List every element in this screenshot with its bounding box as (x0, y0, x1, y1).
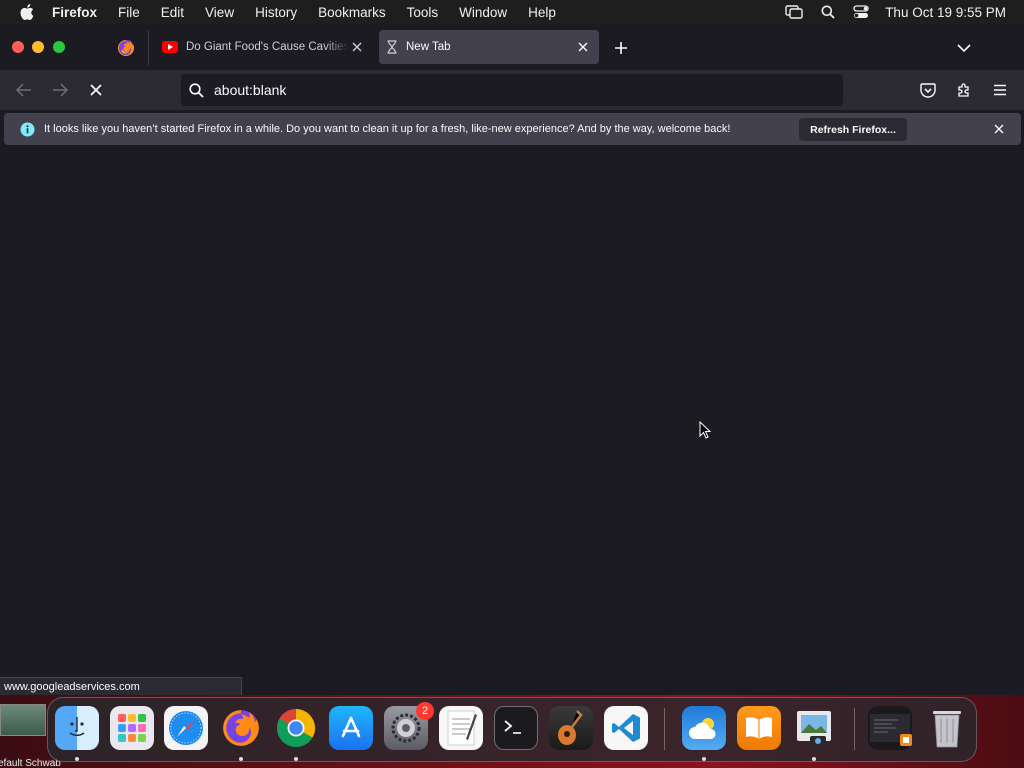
notification-badge: 2 (416, 702, 434, 720)
firefox-icon[interactable] (219, 706, 263, 750)
running-indicator (812, 757, 816, 761)
launchpad-icon[interactable] (110, 706, 154, 750)
menu-history[interactable]: History (255, 5, 297, 20)
menu-tools[interactable]: Tools (407, 5, 439, 20)
tab-close-icon[interactable] (349, 39, 365, 55)
stop-loading-icon[interactable] (85, 79, 107, 101)
dock-divider (664, 708, 665, 750)
link-status-tooltip: www.googleadservices.com (0, 677, 242, 697)
terminal-icon[interactable] (494, 706, 538, 750)
pocket-icon[interactable] (917, 79, 939, 101)
search-icon (189, 82, 204, 98)
window-close-button[interactable] (12, 41, 24, 53)
page-content-area[interactable] (0, 148, 1024, 695)
extensions-puzzle-icon[interactable] (953, 79, 975, 101)
tab-separator (148, 30, 149, 66)
refresh-firefox-notification: It looks like you haven’t started Firefo… (4, 113, 1021, 145)
desktop-file-label: efault Schwab (0, 758, 61, 768)
running-indicator (75, 757, 79, 761)
list-all-tabs-chevron-down-icon[interactable] (954, 38, 974, 58)
mouse-pointer-icon (699, 420, 712, 444)
apple-menu-icon[interactable] (18, 3, 36, 21)
address-bar[interactable] (181, 74, 843, 106)
menu-help[interactable]: Help (528, 5, 556, 20)
menu-file[interactable]: File (118, 5, 140, 20)
refresh-firefox-button[interactable]: Refresh Firefox... (799, 118, 907, 141)
menu-edit[interactable]: Edit (161, 5, 184, 20)
tab-title: Do Giant Food's Cause Cavities (186, 41, 349, 53)
spotlight-search-icon[interactable] (821, 5, 835, 19)
screen-mirroring-icon[interactable] (785, 5, 803, 19)
tab-title: New Tab (406, 41, 451, 53)
hamburger-menu-icon[interactable] (989, 79, 1011, 101)
menu-view[interactable]: View (205, 5, 234, 20)
running-indicator (702, 757, 706, 761)
menu-bar: Firefox File Edit View History Bookmarks… (0, 0, 1024, 24)
books-icon[interactable] (737, 706, 781, 750)
safari-icon[interactable] (164, 706, 208, 750)
dock: 2 (47, 697, 977, 762)
info-icon (20, 122, 35, 137)
system-settings-gear-icon[interactable]: 2 (384, 702, 434, 750)
control-center-icon[interactable] (853, 5, 869, 19)
dock-divider (854, 708, 855, 750)
finder-icon[interactable] (55, 706, 99, 750)
textedit-icon[interactable] (439, 706, 483, 750)
forward-arrow-icon[interactable] (49, 79, 71, 101)
youtube-icon (162, 41, 178, 53)
window-zoom-button[interactable] (53, 41, 65, 53)
garageband-guitar-icon[interactable] (549, 706, 593, 750)
tab-strip: Do Giant Food's Cause Cavities New Tab (0, 24, 1024, 70)
notification-message: It looks like you haven’t started Firefo… (44, 123, 731, 135)
tab-youtube[interactable]: Do Giant Food's Cause Cavities (155, 30, 373, 64)
tab-new-tab[interactable]: New Tab (379, 30, 599, 64)
menu-bookmarks[interactable]: Bookmarks (318, 5, 386, 20)
desktop-file-thumbnail[interactable] (0, 704, 46, 736)
app-store-icon[interactable] (329, 706, 373, 750)
vscode-icon[interactable] (604, 706, 648, 750)
new-tab-button[interactable] (611, 38, 631, 58)
menubar-clock[interactable]: Thu Oct 19 9:55 PM (885, 5, 1006, 20)
menu-window[interactable]: Window (459, 5, 507, 20)
menu-app-firefox[interactable]: Firefox (52, 5, 97, 20)
running-indicator (239, 757, 243, 761)
navigation-toolbar (0, 70, 1024, 110)
window-minimize-button[interactable] (32, 41, 44, 53)
weather-icon[interactable] (682, 706, 726, 750)
close-icon[interactable] (992, 122, 1006, 136)
trash-icon[interactable] (925, 706, 969, 750)
url-input[interactable] (214, 82, 814, 98)
chrome-icon[interactable] (274, 706, 318, 750)
preview-icon[interactable] (792, 706, 836, 750)
loading-hourglass-icon (386, 40, 398, 54)
firefox-view-icon[interactable] (116, 38, 136, 58)
running-indicator (294, 757, 298, 761)
tab-close-icon[interactable] (575, 39, 591, 55)
recent-window-thumbnail-icon[interactable] (868, 706, 912, 750)
back-arrow-icon[interactable] (13, 79, 35, 101)
